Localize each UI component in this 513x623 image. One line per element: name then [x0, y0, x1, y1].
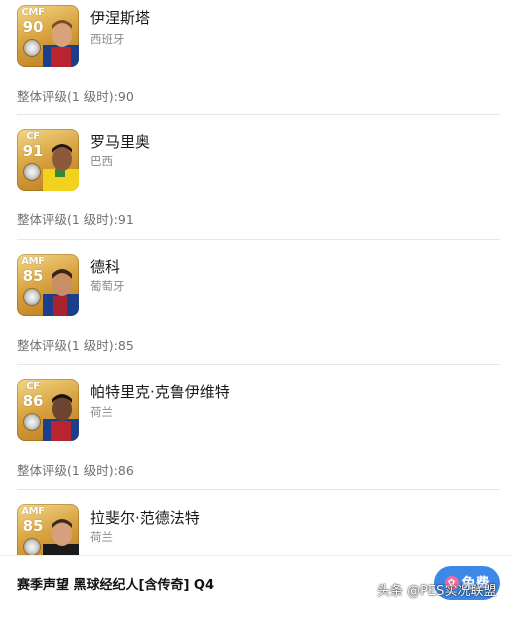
player-nation: 西班牙: [90, 32, 125, 46]
player-card[interactable]: AMF 85: [17, 254, 79, 316]
coin-badge-icon: [24, 289, 40, 305]
player-name: 伊涅斯塔: [90, 9, 151, 27]
player-nation: 葡萄牙: [90, 279, 125, 293]
player-nation: 巴西: [90, 154, 113, 168]
player-rating: 整体评级(1 级时):85: [17, 338, 134, 353]
list-item[interactable]: AMF 85 德科 葡萄牙 整体评级(1 级时):85: [0, 249, 513, 373]
divider: [17, 114, 500, 115]
player-name: 拉斐尔·范德法特: [90, 509, 200, 527]
coin-badge-icon: [24, 40, 40, 56]
divider: [17, 489, 500, 490]
divider: [17, 364, 500, 365]
coin-badge-icon: [24, 164, 40, 180]
player-photo: [43, 394, 79, 441]
player-rating: 整体评级(1 级时):90: [17, 89, 134, 104]
player-nation: 荷兰: [90, 530, 113, 544]
list-item[interactable]: CF 86 帕特里克·克鲁伊维特 荷兰 整体评级(1 级时):86: [0, 374, 513, 498]
list-item[interactable]: CF 91 罗马里奥 巴西 整体评级(1 级时):91: [0, 124, 513, 248]
player-name: 帕特里克·克鲁伊维特: [90, 383, 230, 401]
player-photo: [43, 269, 79, 316]
player-nation: 荷兰: [90, 405, 113, 419]
player-name: 罗马里奥: [90, 133, 151, 151]
list-item[interactable]: CMF 90 伊涅斯塔 西班牙 整体评级(1 级时):90: [0, 0, 513, 124]
player-card[interactable]: CF 86: [17, 379, 79, 441]
player-name: 德科: [90, 258, 121, 276]
player-photo: [43, 20, 79, 67]
player-rating: 整体评级(1 级时):91: [17, 212, 134, 227]
coin-badge-icon: [24, 539, 40, 555]
player-rating: 整体评级(1 级时):86: [17, 463, 134, 478]
watermark: 头条 @PES实况联盟: [377, 584, 497, 599]
divider: [17, 239, 500, 240]
player-card[interactable]: CF 91: [17, 129, 79, 191]
pack-title: 赛季声望 黑球经纪人[含传奇] Q4: [17, 578, 215, 593]
player-photo: [43, 144, 79, 191]
player-card[interactable]: CMF 90: [17, 5, 79, 67]
coin-badge-icon: [24, 414, 40, 430]
